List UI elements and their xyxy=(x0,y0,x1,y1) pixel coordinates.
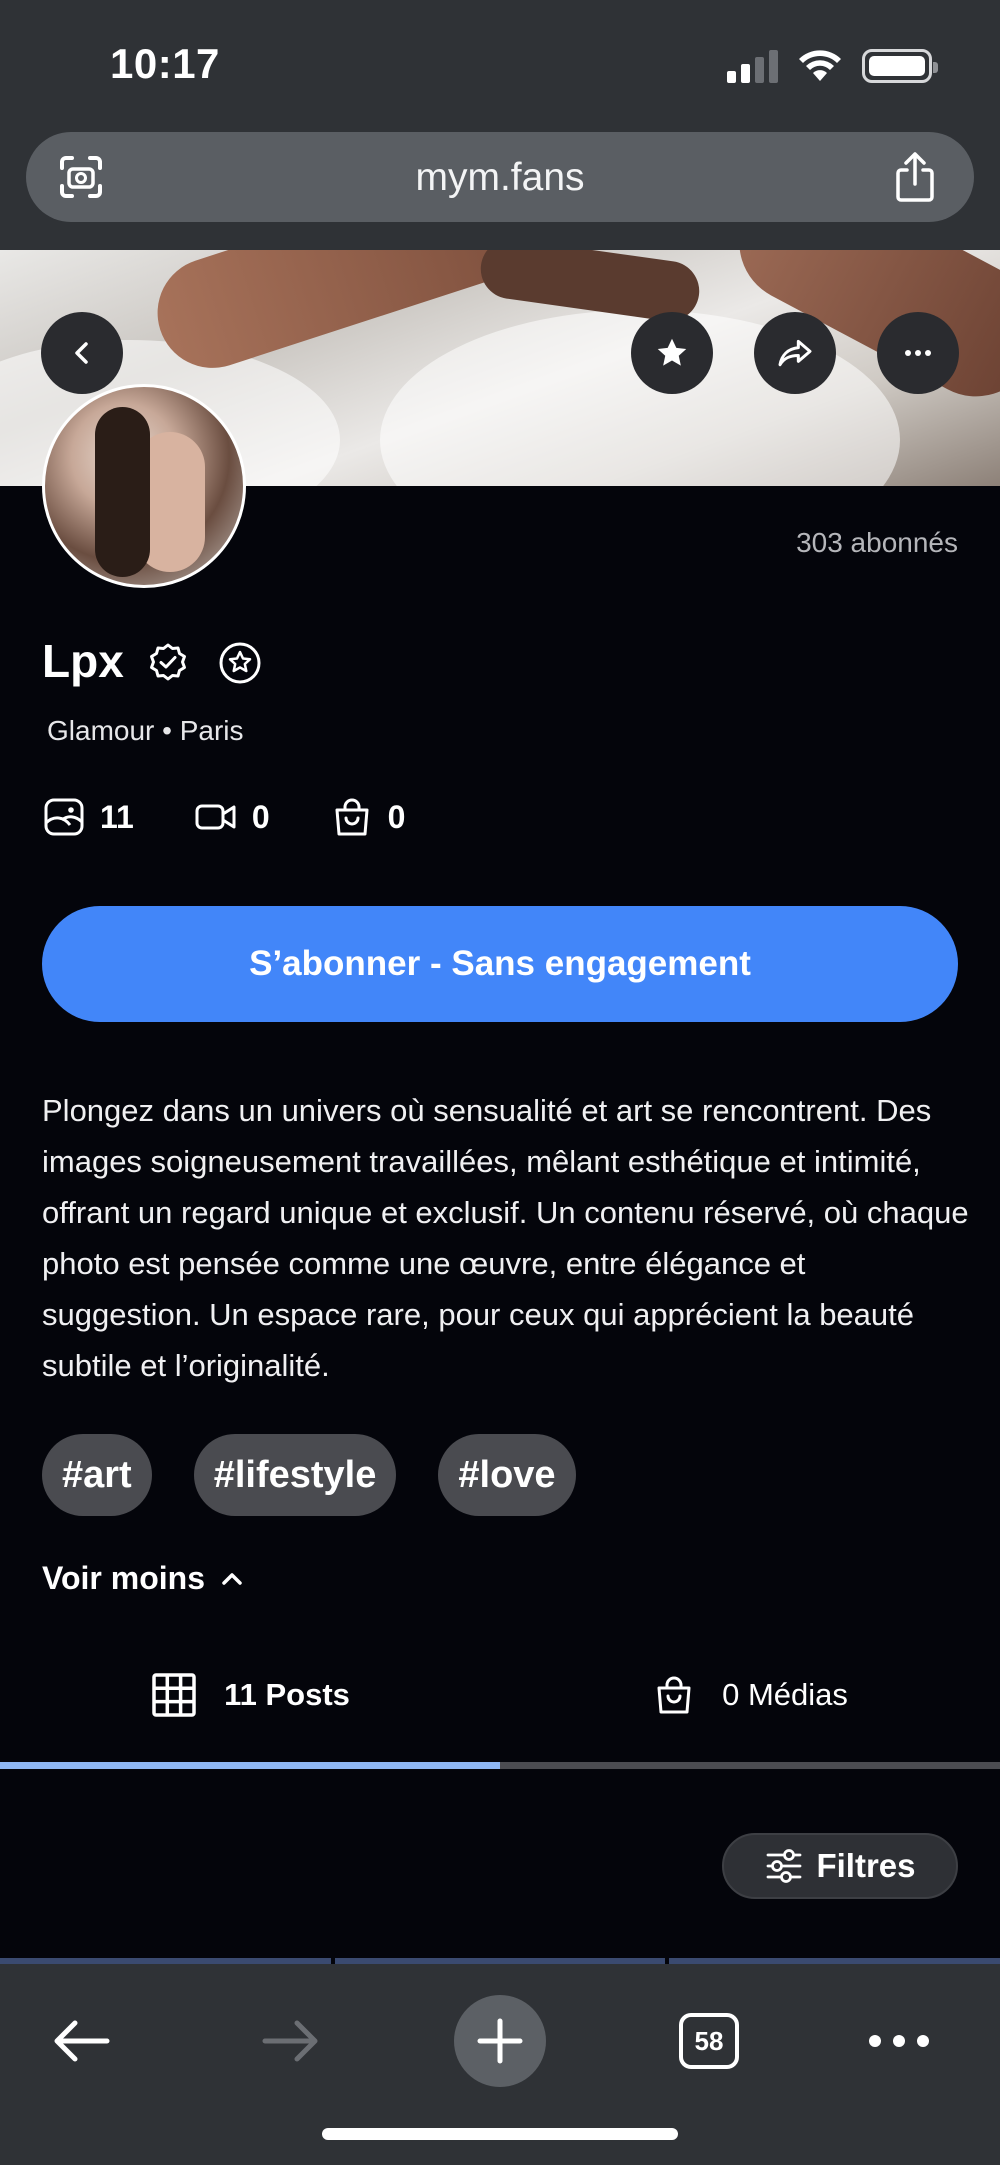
arrow-right-icon xyxy=(262,2020,318,2062)
wifi-icon xyxy=(799,50,841,81)
address-bar[interactable]: mym.fans xyxy=(26,132,974,222)
favorite-button[interactable] xyxy=(631,312,713,394)
cellular-signal-icon xyxy=(727,49,778,83)
home-indicator[interactable] xyxy=(322,2128,678,2140)
tab-count-badge: 58 xyxy=(679,2013,739,2069)
profile-stats: 11 0 0 xyxy=(42,795,465,839)
image-icon xyxy=(44,798,84,836)
browser-forward-button[interactable] xyxy=(246,1996,336,2086)
browser-menu-button[interactable] xyxy=(854,1996,944,2086)
arrow-left-icon xyxy=(54,2020,110,2062)
stat-videos: 0 xyxy=(194,795,270,839)
chevron-left-icon xyxy=(75,342,88,364)
stat-photos-count: 11 xyxy=(100,798,134,835)
status-time: 10:17 xyxy=(110,40,220,87)
star-icon xyxy=(657,338,687,366)
subscriber-count: 303 abonnés xyxy=(796,527,958,558)
tab-medias-label: 0 Médias xyxy=(722,1677,848,1712)
bag-icon xyxy=(335,798,369,836)
grid-icon xyxy=(152,1673,196,1717)
more-icon xyxy=(905,350,931,356)
more-options-button[interactable] xyxy=(877,312,959,394)
video-icon xyxy=(195,804,236,830)
status-icons xyxy=(727,48,938,84)
url-text[interactable]: mym.fans xyxy=(26,156,974,200)
avatar[interactable] xyxy=(42,384,246,588)
tab-posts-label: 11 Posts xyxy=(224,1677,350,1712)
stat-videos-count: 0 xyxy=(251,798,270,835)
profile-tagline: Glamour • Paris xyxy=(47,715,244,746)
share-profile-button[interactable] xyxy=(754,312,836,394)
share-icon[interactable] xyxy=(890,150,940,204)
subscribe-button[interactable]: S’abonner - Sans engagement xyxy=(42,906,958,1022)
more-icon xyxy=(869,2035,929,2047)
profile-bio: Plongez dans un univers où sensualité et… xyxy=(42,1093,969,1383)
verified-badge-icon xyxy=(150,643,186,681)
new-tab-button[interactable] xyxy=(454,1995,546,2087)
content-tabs: 11 Posts 0 Médias xyxy=(0,1640,1000,1770)
plus-icon xyxy=(477,2018,523,2064)
tab-indicator-track xyxy=(0,1762,1000,1769)
battery-icon xyxy=(862,49,938,83)
stat-shop: 0 xyxy=(330,795,406,839)
browser-top-chrome: 10:17 mym.fans xyxy=(0,0,1000,250)
filters-label: Filtres xyxy=(816,1847,916,1884)
tag-love[interactable]: #love xyxy=(438,1434,576,1516)
stat-photos: 11 xyxy=(42,795,134,839)
filters-button[interactable]: Filtres xyxy=(722,1833,958,1899)
tab-posts[interactable]: 11 Posts xyxy=(0,1640,500,1750)
chevron-up-icon xyxy=(222,1572,242,1585)
back-button[interactable] xyxy=(41,312,123,394)
tag-lifestyle[interactable]: #lifestyle xyxy=(193,1434,397,1516)
star-badge-icon xyxy=(219,642,261,684)
show-less-label: Voir moins xyxy=(42,1560,205,1596)
share-arrow-icon xyxy=(778,339,812,367)
tabs-overview-button[interactable]: 58 xyxy=(664,1996,754,2086)
bag-icon xyxy=(657,1676,691,1714)
show-less-toggle[interactable]: Voir moins xyxy=(42,1560,245,1597)
tab-medias[interactable]: 0 Médias xyxy=(500,1640,1000,1750)
profile-name: Lpx xyxy=(42,635,124,687)
sliders-icon xyxy=(767,1849,802,1883)
tag-list: #art #lifestyle #love xyxy=(42,1434,618,1516)
browser-back-button[interactable] xyxy=(36,1996,126,2086)
tab-indicator-active xyxy=(0,1762,500,1769)
stat-shop-count: 0 xyxy=(387,798,406,835)
tag-art[interactable]: #art xyxy=(42,1434,152,1516)
